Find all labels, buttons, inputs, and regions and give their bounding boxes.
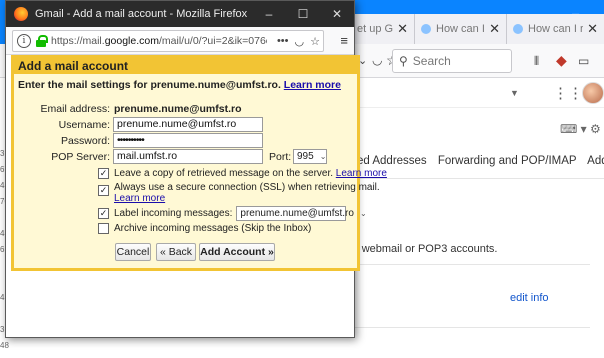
settings-tabs: ed Addresses Forwarding and POP/IMAP Add… bbox=[357, 155, 604, 167]
keyboard-settings-icon[interactable]: ⌨ ▾ ⚙ bbox=[560, 122, 601, 136]
tab-favicon-icon bbox=[513, 24, 523, 34]
popup-window: Gmail - Add a mail account - Mozilla Fir… bbox=[5, 0, 387, 338]
learn-more-link[interactable]: Learn more bbox=[114, 193, 165, 204]
url-prefix: https://mail. bbox=[51, 35, 105, 47]
library-icon[interactable]: ⫴ bbox=[534, 54, 539, 69]
divider bbox=[350, 264, 590, 265]
popup-titlebar[interactable]: Gmail - Add a mail account - Mozilla Fir… bbox=[6, 1, 354, 27]
back-button[interactable]: « Back bbox=[156, 243, 196, 261]
leave-copy-text: Leave a copy of retrieved message on the… bbox=[114, 168, 387, 179]
pop-server-label: POP Server: bbox=[51, 151, 110, 163]
label-select[interactable]: prenume.nume@umfst.ro ⌄ bbox=[236, 206, 367, 221]
archive-label: Archive incoming messages (Skip the Inbo… bbox=[114, 223, 312, 234]
address-field[interactable]: i https://mail.google.com/mail/u/0/?ui=2… bbox=[12, 30, 324, 52]
ssl-checkbox[interactable]: ✓ bbox=[98, 185, 109, 196]
pop-server-input[interactable]: mail.umfst.ro bbox=[113, 149, 263, 164]
option-label-incoming: ✓ Label incoming messages: prenume.nume@… bbox=[98, 206, 367, 221]
firefox-logo-icon bbox=[14, 7, 28, 21]
option-archive: Archive incoming messages (Skip the Inbo… bbox=[98, 223, 311, 234]
tab-forwarding[interactable]: Forwarding and POP/IMAP bbox=[438, 155, 577, 167]
label-select-value: prenume.nume@umfst.ro bbox=[240, 208, 354, 219]
chevron-down-icon: ⌄ bbox=[319, 152, 327, 161]
tab-accounts[interactable]: ed Addresses bbox=[357, 155, 427, 167]
option-leave-copy: ✓ Leave a copy of retrieved message on t… bbox=[98, 168, 387, 179]
port-select[interactable]: 995 ⌄ bbox=[293, 149, 327, 164]
dialog-intro: Enter the mail settings for prenume.nume… bbox=[18, 79, 341, 91]
pocket-icon[interactable]: ◡ bbox=[295, 35, 305, 48]
leave-copy-label: Leave a copy of retrieved message on the… bbox=[114, 168, 334, 179]
window-title: Gmail - Add a mail account - Mozilla Fir… bbox=[35, 8, 248, 20]
webmail-text: r webmail or POP3 accounts. bbox=[355, 243, 498, 255]
popup-content: Add a mail account Enter the mail settin… bbox=[6, 55, 387, 337]
apps-grid-icon[interactable]: ⋮⋮ bbox=[553, 84, 583, 102]
search-input[interactable]: ⚲ Search bbox=[392, 49, 512, 73]
background-tab-1[interactable]: et up Gm ✕ bbox=[350, 14, 414, 44]
username-input[interactable]: prenume.nume@umfst.ro bbox=[113, 117, 263, 132]
divider bbox=[350, 178, 604, 179]
tab-label: et up Gm bbox=[357, 23, 394, 35]
tab-label: How can I read bbox=[528, 23, 583, 35]
cancel-button[interactable]: Cancel bbox=[115, 243, 151, 261]
edge-number: 48 bbox=[0, 341, 9, 350]
pocket-icon[interactable]: ◡ bbox=[372, 53, 382, 67]
page-actions-icon[interactable]: ••• bbox=[277, 35, 289, 47]
leave-copy-checkbox[interactable]: ✓ bbox=[98, 168, 109, 179]
label-incoming-checkbox[interactable]: ✓ bbox=[98, 208, 109, 219]
bookmark-star-icon[interactable]: ☆ bbox=[310, 35, 320, 48]
intro-text: Enter the mail settings for prenume.nume… bbox=[18, 79, 281, 91]
url-bar: i https://mail.google.com/mail/u/0/?ui=2… bbox=[6, 27, 354, 55]
close-icon[interactable]: ✕ bbox=[587, 21, 598, 37]
label-incoming-label: Label incoming messages: bbox=[114, 208, 233, 219]
search-placeholder: Search bbox=[412, 54, 451, 68]
addon-icon[interactable]: ◆ bbox=[556, 52, 567, 69]
hamburger-menu-icon[interactable]: ≡ bbox=[340, 33, 348, 48]
ssl-text: Always use a secure connection (SSL) whe… bbox=[114, 182, 380, 204]
close-button[interactable]: ✕ bbox=[320, 1, 354, 27]
ssl-label: Always use a secure connection (SSL) whe… bbox=[114, 182, 380, 193]
minimize-button[interactable]: – bbox=[252, 1, 286, 27]
add-account-button[interactable]: Add Account » bbox=[199, 243, 275, 261]
add-mail-account-dialog: Add a mail account Enter the mail settin… bbox=[11, 55, 387, 271]
lock-icon[interactable] bbox=[36, 35, 48, 47]
chevron-down-icon: ⌄ bbox=[359, 209, 367, 218]
close-icon[interactable]: ✕ bbox=[489, 21, 500, 37]
username-label: Username: bbox=[58, 119, 110, 131]
caret-down-icon[interactable]: ▼ bbox=[510, 88, 519, 98]
edit-info-link[interactable]: edit info bbox=[510, 292, 549, 304]
search-icon: ⚲ bbox=[399, 54, 408, 68]
port-value: 995 bbox=[297, 151, 314, 162]
password-label: Password: bbox=[60, 135, 110, 147]
background-tab-2[interactable]: How can I read ✕ bbox=[414, 14, 506, 44]
url-domain: google.com bbox=[104, 35, 159, 47]
tab-favicon-icon bbox=[421, 24, 431, 34]
email-value: prenume.nume@umfst.ro bbox=[114, 103, 242, 115]
sidebar-icon[interactable]: ▭ bbox=[578, 54, 589, 68]
port-label: Port: bbox=[269, 151, 292, 163]
password-input[interactable]: •••••••••• bbox=[113, 133, 263, 148]
avatar[interactable] bbox=[582, 82, 604, 104]
info-icon[interactable]: i bbox=[17, 34, 31, 48]
close-icon[interactable]: ✕ bbox=[397, 21, 408, 37]
background-tab-3[interactable]: How can I read ✕ bbox=[506, 14, 604, 44]
learn-more-link[interactable]: Learn more bbox=[336, 168, 387, 179]
tab-addons[interactable]: Add-ons bbox=[587, 155, 604, 167]
maximize-button[interactable]: ☐ bbox=[286, 1, 320, 27]
dialog-header: Add a mail account bbox=[14, 58, 357, 74]
learn-more-link[interactable]: Learn more bbox=[284, 79, 341, 91]
option-ssl: ✓ Always use a secure connection (SSL) w… bbox=[98, 182, 380, 204]
divider bbox=[350, 327, 590, 328]
email-label: Email address: bbox=[40, 103, 110, 115]
archive-checkbox[interactable] bbox=[98, 223, 109, 234]
tab-label: How can I read bbox=[436, 23, 485, 35]
